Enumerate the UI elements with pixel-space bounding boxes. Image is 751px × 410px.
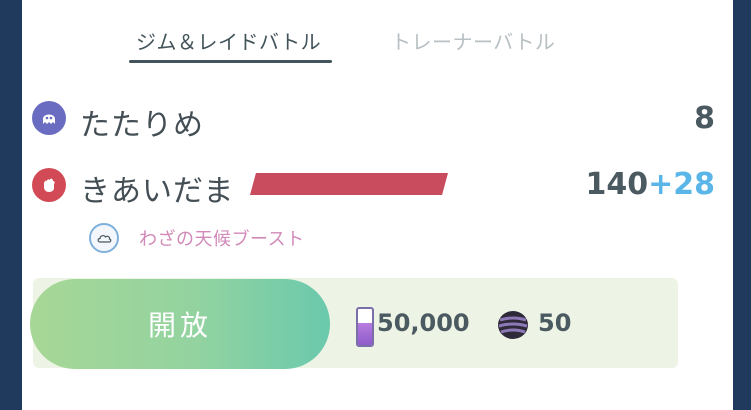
unlock-button-label: 開放 — [147, 309, 212, 342]
charged-move-power-value: 140 — [585, 167, 649, 202]
frame-left — [0, 0, 22, 410]
charged-move-name: きあいだま — [80, 174, 235, 209]
cloud-icon — [89, 223, 119, 253]
stardust-icon-fill — [358, 323, 372, 345]
stardust-cost: 50,000 — [377, 309, 470, 337]
energy-bar — [250, 173, 448, 195]
fighting-type-icon — [32, 168, 66, 202]
candy-cost: 50 — [538, 309, 572, 337]
charged-move-power: 140+28 — [585, 167, 715, 202]
charged-move-power-bonus: +28 — [648, 167, 715, 202]
tab-gym-raid-battle[interactable]: ジム＆レイドバトル — [136, 26, 321, 55]
ghost-type-icon — [32, 101, 66, 135]
fast-move-power-value: 8 — [694, 101, 715, 136]
unlock-button[interactable]: 開放 — [30, 279, 330, 369]
active-tab-indicator — [129, 60, 332, 63]
candy-icon — [498, 311, 528, 339]
fast-move-name: たたりめ — [80, 108, 204, 143]
frame-right — [733, 0, 751, 410]
weather-boost-label: わざの天候ブースト — [139, 229, 305, 250]
stardust-icon — [356, 307, 374, 347]
fast-move-power: 8 — [694, 101, 715, 136]
tab-trainer-battle[interactable]: トレーナーバトル — [391, 26, 555, 55]
